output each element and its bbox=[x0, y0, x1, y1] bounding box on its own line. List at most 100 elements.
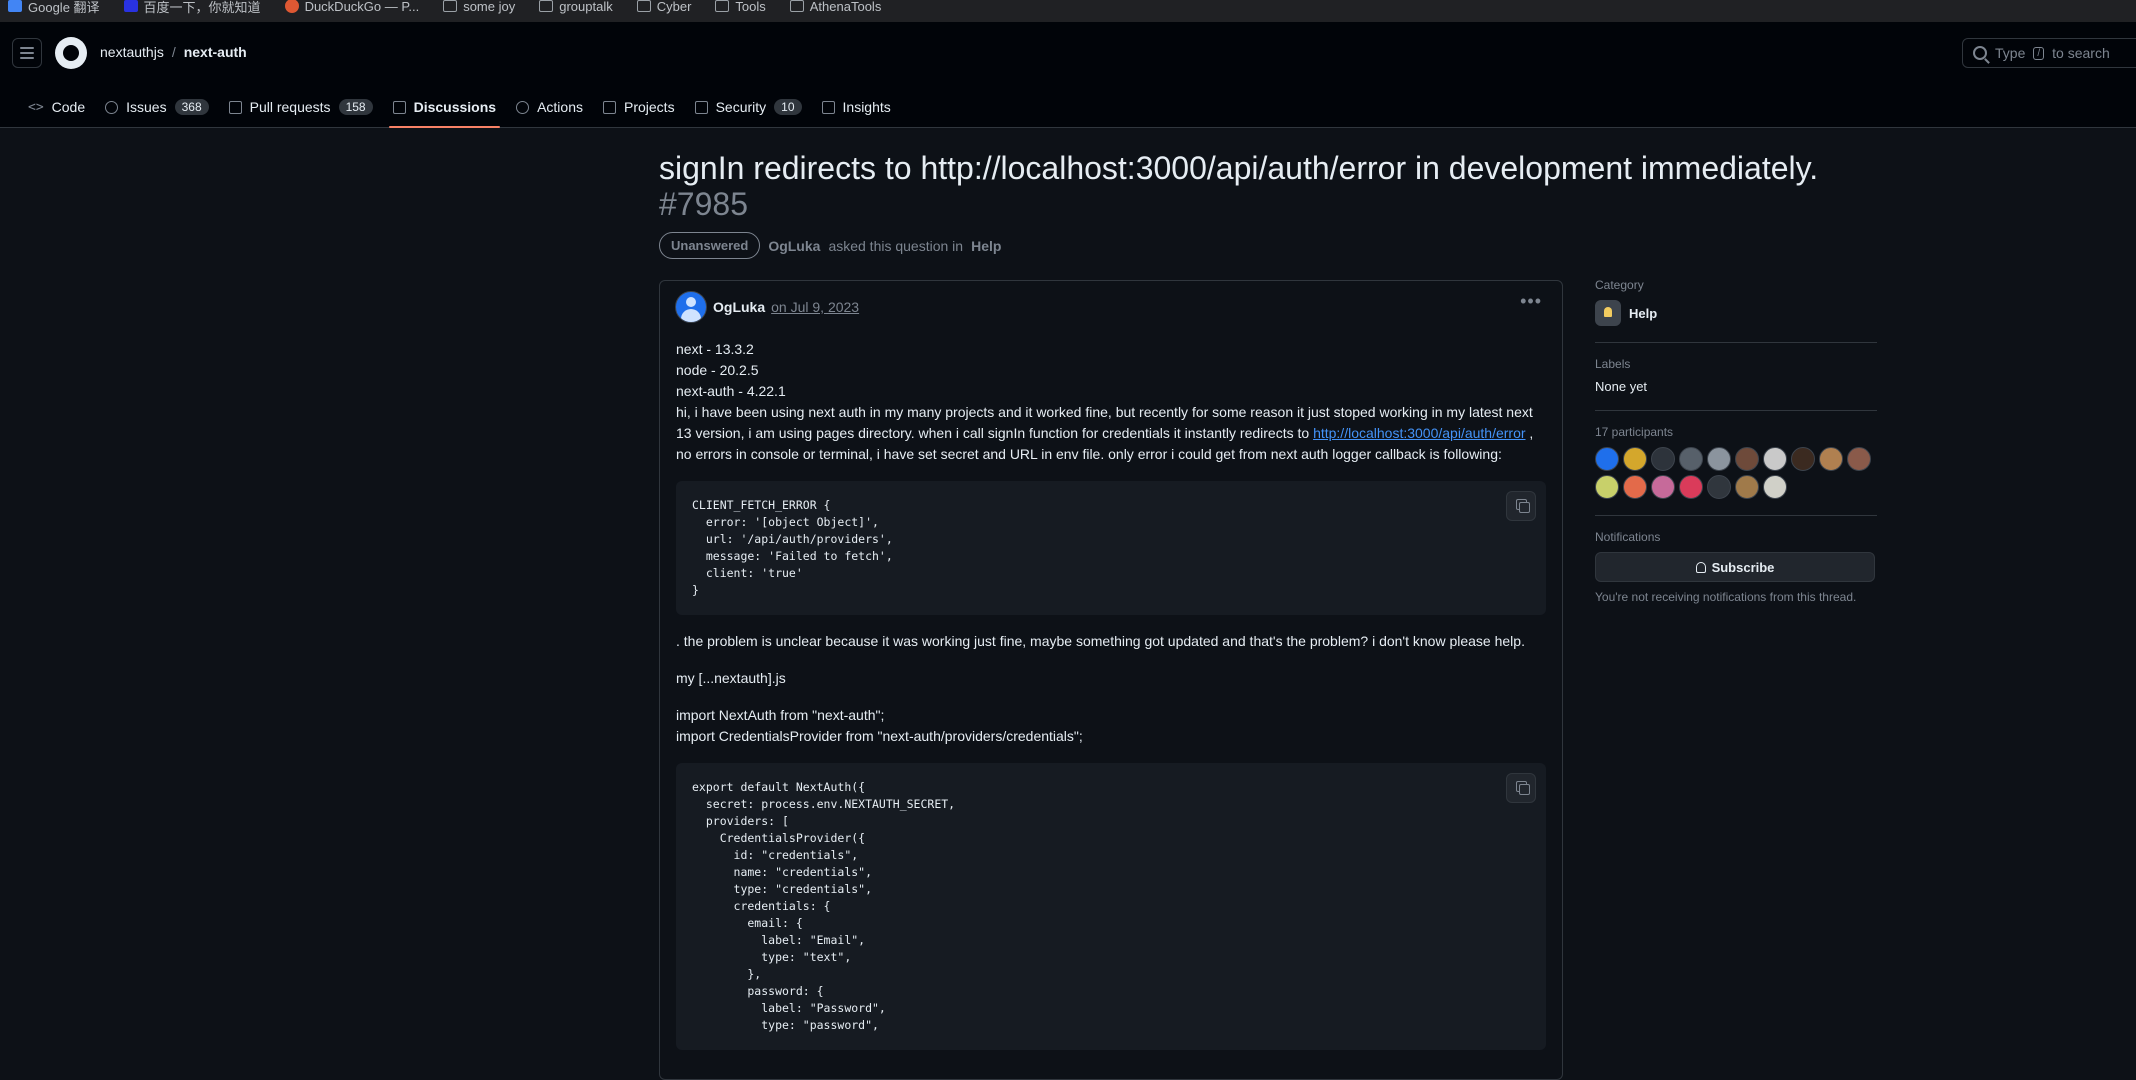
folder-icon bbox=[539, 0, 554, 12]
paragraph: hi, i have been using next auth in my ma… bbox=[676, 404, 1534, 462]
tab-pull-requests[interactable]: Pull requests 158 bbox=[219, 88, 383, 126]
notifications-section: Notifications Subscribe You're not recei… bbox=[1595, 530, 1877, 604]
category-heading: Category bbox=[1595, 278, 1644, 292]
notification-note: You're not receiving notifications from … bbox=[1595, 590, 1857, 604]
participant-avatar[interactable] bbox=[1595, 447, 1619, 471]
bell-icon bbox=[1695, 561, 1706, 573]
folder-icon bbox=[443, 0, 458, 12]
labels-value: None yet bbox=[1595, 379, 1648, 394]
participant-avatar[interactable] bbox=[1847, 447, 1871, 471]
participant-avatar[interactable] bbox=[1651, 475, 1675, 499]
tab-issues[interactable]: Issues 368 bbox=[95, 88, 219, 126]
import-line: import CredentialsProvider from "next-au… bbox=[676, 728, 1083, 744]
code-icon: <> bbox=[28, 99, 44, 115]
participant-avatar[interactable] bbox=[1763, 447, 1787, 471]
tab-projects[interactable]: Projects bbox=[593, 88, 685, 126]
bookmark-duckduckgo[interactable]: DuckDuckGo — P... bbox=[284, 0, 419, 14]
tab-code[interactable]: <> Code bbox=[18, 88, 95, 126]
participant-avatar[interactable] bbox=[1763, 475, 1787, 499]
version-line: next - 13.3.2 bbox=[676, 341, 754, 357]
participant-avatar[interactable] bbox=[1651, 447, 1675, 471]
bookmark-google-translate[interactable]: Google 翻译 bbox=[8, 0, 100, 16]
repo-link[interactable]: next-auth bbox=[184, 44, 247, 60]
issue-icon bbox=[105, 100, 119, 114]
error-link[interactable]: http://localhost:3000/api/auth/error bbox=[1313, 425, 1525, 441]
search-input[interactable]: Type / to search bbox=[1962, 38, 2136, 68]
owner-link[interactable]: nextauthjs bbox=[100, 44, 164, 60]
hamburger-menu-button[interactable] bbox=[12, 38, 42, 68]
issues-counter: 368 bbox=[174, 99, 209, 115]
folder-icon bbox=[636, 0, 651, 12]
tab-actions[interactable]: Actions bbox=[506, 88, 593, 126]
bookmarks-bar: Google 翻译 百度一下，你就知道 DuckDuckGo — P... so… bbox=[0, 0, 2136, 22]
version-line: node - 20.2.5 bbox=[676, 362, 759, 378]
participant-avatar[interactable] bbox=[1595, 475, 1619, 499]
discussion-number: #7985 bbox=[659, 186, 748, 222]
subscribe-button[interactable]: Subscribe bbox=[1595, 552, 1875, 582]
discussion-sidebar: Category Help Labels None yet 17 partici… bbox=[1595, 278, 1877, 604]
bookmark-some-joy[interactable]: some joy bbox=[443, 0, 515, 14]
participants-list bbox=[1595, 447, 1877, 499]
status-badge: Unanswered bbox=[659, 232, 761, 259]
paragraph: . the problem is unclear because it was … bbox=[676, 633, 1525, 649]
shield-icon bbox=[694, 100, 708, 114]
breadcrumb-separator: / bbox=[171, 44, 176, 60]
labels-heading: Labels bbox=[1595, 357, 1631, 371]
tab-security[interactable]: Security 10 bbox=[685, 88, 812, 126]
participant-avatar[interactable] bbox=[1623, 475, 1647, 499]
graph-icon bbox=[821, 100, 835, 114]
category-link[interactable]: Help bbox=[971, 238, 1001, 254]
tab-discussions[interactable]: Discussions bbox=[383, 88, 506, 128]
duckduckgo-icon bbox=[284, 0, 299, 13]
discussion-title-text: signIn redirects to http://localhost:300… bbox=[659, 150, 1819, 186]
avatar[interactable] bbox=[675, 291, 707, 323]
play-icon bbox=[516, 100, 530, 114]
participant-avatar[interactable] bbox=[1791, 447, 1815, 471]
breadcrumb: nextauthjs / next-auth bbox=[100, 44, 247, 60]
post-body: next - 13.3.2 node - 20.2.5 next-auth - … bbox=[676, 339, 1546, 1066]
participant-avatar[interactable] bbox=[1819, 447, 1843, 471]
participant-avatar[interactable] bbox=[1707, 475, 1731, 499]
notifications-heading: Notifications bbox=[1595, 530, 1661, 544]
bookmark-athenatools[interactable]: AthenaTools bbox=[789, 0, 881, 14]
repo-nav: <> Code Issues 368 Pull requests 158 Discus… bbox=[18, 88, 901, 128]
github-header: nextauthjs / next-auth Type / to search … bbox=[0, 22, 2136, 128]
copy-icon[interactable] bbox=[1506, 491, 1536, 521]
category-section: Category Help bbox=[1595, 278, 1877, 343]
bookmark-grouptalk[interactable]: grouptalk bbox=[539, 0, 613, 14]
participant-avatar[interactable] bbox=[1735, 475, 1759, 499]
discussion-icon bbox=[392, 100, 406, 114]
import-line: import NextAuth from "next-auth"; bbox=[676, 707, 885, 723]
participant-avatar[interactable] bbox=[1679, 447, 1703, 471]
folder-icon bbox=[715, 0, 730, 12]
participants-section: 17 participants bbox=[1595, 425, 1877, 516]
post-date[interactable]: on Jul 9, 2023 bbox=[771, 299, 859, 315]
post-header: OgLuka on Jul 9, 2023 bbox=[675, 291, 859, 323]
raised-hand-icon bbox=[1595, 300, 1621, 326]
asker-link[interactable]: OgLuka bbox=[768, 238, 820, 254]
participant-avatar[interactable] bbox=[1623, 447, 1647, 471]
google-translate-icon bbox=[8, 0, 22, 12]
copy-icon[interactable] bbox=[1506, 773, 1536, 803]
discussion-post: OgLuka on Jul 9, 2023 ••• next - 13.3.2 … bbox=[659, 280, 1563, 1080]
post-author[interactable]: OgLuka bbox=[713, 299, 765, 315]
asked-text: asked this question in bbox=[828, 237, 964, 254]
participant-avatar[interactable] bbox=[1679, 475, 1703, 499]
version-line: next-auth - 4.22.1 bbox=[676, 383, 786, 399]
paragraph: my [...nextauth].js bbox=[676, 670, 786, 686]
category-link[interactable]: Help bbox=[1595, 300, 1877, 326]
participants-heading: 17 participants bbox=[1595, 425, 1674, 439]
participant-avatar[interactable] bbox=[1707, 447, 1731, 471]
discussion-meta: Unanswered OgLuka asked this question in… bbox=[659, 232, 1001, 259]
github-logo-icon[interactable] bbox=[55, 37, 87, 69]
tab-insights[interactable]: Insights bbox=[812, 88, 901, 126]
kebab-menu-icon[interactable]: ••• bbox=[1520, 291, 1542, 312]
labels-section: Labels None yet bbox=[1595, 357, 1877, 411]
bookmark-tools[interactable]: Tools bbox=[715, 0, 766, 14]
bookmark-cyber[interactable]: Cyber bbox=[636, 0, 691, 14]
discussion-title: signIn redirects to http://localhost:300… bbox=[659, 150, 1879, 222]
participant-avatar[interactable] bbox=[1735, 447, 1759, 471]
folder-icon bbox=[789, 0, 804, 12]
bookmark-baidu[interactable]: 百度一下，你就知道 bbox=[123, 0, 261, 16]
code-block-error: CLIENT_FETCH_ERROR { error: '[object Obj… bbox=[676, 481, 1546, 615]
